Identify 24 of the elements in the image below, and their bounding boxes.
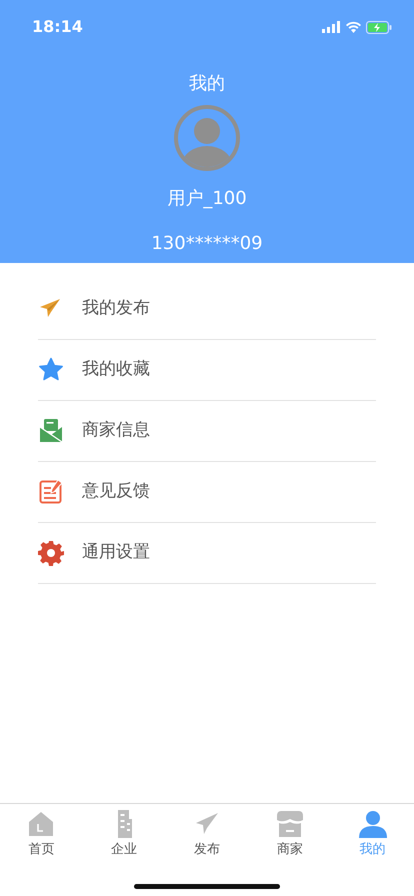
tab-bar-item[interactable]: 商家 — [248, 810, 332, 860]
shop-icon — [276, 810, 304, 838]
menu-item[interactable]: 商家信息 — [38, 401, 376, 462]
avatar-icon[interactable] — [174, 105, 240, 171]
menu-item[interactable]: 通用设置 — [38, 523, 376, 584]
tab-bar-item[interactable]: 企业 — [82, 810, 166, 860]
page-title: 我的 — [189, 72, 225, 96]
person-icon — [358, 810, 387, 838]
notepad-icon — [38, 479, 64, 505]
phone-number: 130******09 — [151, 232, 263, 256]
username: 用户_100 — [167, 187, 247, 211]
tab-bar-item[interactable]: 首页 — [0, 810, 83, 860]
home-icon — [27, 810, 56, 838]
star-icon — [38, 357, 64, 383]
gear-icon — [38, 540, 64, 566]
tab-bar-item[interactable]: 发布 — [166, 810, 248, 860]
status-time: 18:14 — [32, 16, 83, 38]
menu-item[interactable]: 我的发布 — [38, 279, 376, 340]
wifi-icon — [345, 21, 362, 33]
menu-item[interactable]: 我的收藏 — [38, 340, 376, 401]
signal-icon — [322, 21, 341, 33]
battery-icon — [366, 20, 392, 34]
menu-item[interactable]: 意见反馈 — [38, 462, 376, 523]
envelope-icon — [38, 418, 64, 444]
